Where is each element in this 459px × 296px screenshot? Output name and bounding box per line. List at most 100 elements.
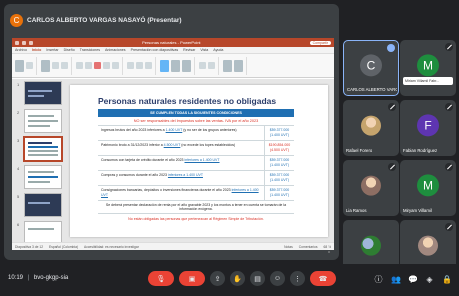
mic-muted-icon [445, 103, 453, 111]
condition-text-end: (no excede los topes establecidos) [180, 143, 236, 147]
mic-muted-icon [445, 223, 453, 231]
more-options-icon[interactable]: ⋮ [325, 245, 333, 254]
amount-cell: $59.377.000 (1.400 UVT) [264, 171, 294, 185]
participant-tile[interactable]: M Miryam Villamil [400, 160, 456, 216]
slide-thumbnail-selected: 3 [17, 136, 63, 162]
hand-icon[interactable]: ✋ [230, 271, 245, 286]
condition-highlight: 1.400 UVT [165, 128, 183, 132]
conditions-table: SE CUMPLEN TODAS LA SIGUIENTES CONDICION… [98, 109, 294, 224]
condition-text: Patrimonio bruto a 31/12/2023 inferior a [101, 143, 164, 147]
find-icon [199, 62, 206, 69]
speaking-indicator-icon [387, 44, 395, 52]
mic-muted-icon [445, 43, 453, 51]
amount-cell: $59.377.000 (1.400 UVT) [264, 156, 294, 170]
ppt-menu-item: Ayuda [213, 48, 224, 52]
condition-text-end: (y no ser de los grupos anteriores) [182, 128, 237, 132]
participant-photo [361, 115, 381, 136]
arrange-icon [171, 59, 180, 72]
italic-icon [85, 62, 92, 69]
ppt-menu-item: Animaciones [105, 48, 126, 52]
ppt-menu-item: Transiciones [79, 48, 100, 52]
participant-name: Miryam Villamil [403, 208, 432, 213]
avatar: M [417, 174, 439, 197]
quick-styles-icon [182, 59, 191, 72]
condition-highlight: inferiores a 1.400 UVT [167, 173, 203, 177]
ppt-menubar: Archivo Inicio Insertar Diseño Transiciones A… [12, 47, 334, 54]
ppt-menu-item: Inicio [31, 48, 42, 52]
underline-icon [103, 62, 110, 69]
participant-photo [361, 175, 381, 196]
participant-tile[interactable]: M Miriam Villamil Fabr... [400, 40, 456, 96]
share-button: Compartir [309, 40, 331, 45]
paste-icon [15, 59, 24, 72]
avatar: M [417, 54, 439, 77]
ppt-window-title: Personas naturales - PowerPoint [142, 40, 201, 45]
strikethrough-icon [112, 62, 119, 69]
emoji-icon[interactable]: ☺ [270, 271, 285, 286]
activities-icon[interactable]: ◈ [425, 275, 434, 284]
table-header: SE CUMPLEN TODAS LA SIGUIENTES CONDICION… [98, 109, 294, 117]
presentation-tile[interactable]: C CARLOS ALBERTO VARGAS NASAYÓ (Presenta… [4, 4, 339, 260]
autosave-icon [15, 40, 19, 45]
ppt-menu-item: Revisar [183, 48, 196, 52]
call-controls-bar: 10:19 | bvo-gkgp-sia 🎙 ▣ ⇪ ✋ ▤ ☺ ⋮ ☎ ⓘ 👥… [0, 264, 459, 296]
people-icon[interactable]: 👥 [391, 275, 401, 284]
amount-cell: $59.377.000 (1.400 UVT) [264, 126, 294, 140]
cc-icon[interactable]: ▤ [250, 271, 265, 286]
condition-text: Consignaciones bancarias, depósitos o in… [101, 188, 232, 192]
condition-cell: Patrimonio bruto a 31/12/2023 inferior a… [98, 141, 264, 155]
ppt-status-item: Notas [284, 244, 293, 249]
dictate-icon [223, 59, 232, 72]
condition-highlight: 4.500 UVT [163, 143, 181, 147]
participant-subtitle: Miriam Villamil Fabr... [403, 77, 453, 85]
ppt-menu-item: Archivo [15, 48, 27, 52]
table-row: Consignaciones bancarias, depósitos o in… [98, 186, 294, 201]
table-footer-warning: No están obligadas las personas que pert… [128, 217, 264, 221]
separator: | [27, 275, 30, 281]
end-call-icon[interactable]: ☎ [310, 271, 336, 286]
shapes-icon [160, 59, 169, 72]
ppt-menu-item: Presentación con diapositivas [130, 48, 179, 52]
participant-tile[interactable]: F Fabian Rodríguez [400, 100, 456, 156]
condition-text: Ingresos brutos del año 2023 inferiores … [101, 128, 166, 132]
undo-icon [29, 40, 33, 45]
ppt-statusbar: Diapositiva 3 de 12 Español (Colombia) Acc… [12, 242, 334, 250]
condition-text: Consumos con tarjeta de crédito durante … [101, 158, 185, 162]
group-avatar [361, 235, 381, 256]
ppt-status-item: Español (Colombia) [49, 244, 78, 249]
ppt-menu-item: Insertar [46, 48, 59, 52]
lock-icon[interactable]: 🔒 [442, 275, 452, 284]
participant-tile[interactable]: C CARLOS ALBERTO VARG... [343, 40, 399, 96]
condition-cell: Consumos con tarjeta de crédito durante … [98, 156, 264, 170]
info-icon[interactable]: ⓘ [374, 274, 383, 285]
videocam-off-icon[interactable]: ▣ [179, 271, 205, 286]
participant-photo [418, 235, 438, 256]
table-row: Ingresos brutos del año 2023 inferiores … [98, 126, 294, 141]
table-row: Consumos con tarjeta de crédito durante … [98, 156, 294, 171]
ppt-menu-item: Vista [200, 48, 209, 52]
more-icon[interactable]: ⋮ [290, 271, 305, 286]
table-row: Patrimonio bruto a 31/12/2023 inferior a… [98, 141, 294, 156]
slide-thumbnails: 1 2 3 4 5 6 [14, 81, 64, 245]
powerpoint-window: Personas naturales - PowerPoint Comparti… [12, 38, 334, 250]
condition-cell: Ingresos brutos del año 2023 inferiores … [98, 126, 264, 140]
mic-off-icon[interactable]: 🎙 [148, 271, 174, 286]
save-icon [22, 40, 26, 45]
table-footer-note: Se deberá presentar declaración de renta… [98, 201, 294, 214]
slide-thumbnail: 2 [17, 109, 62, 133]
presenter-avatar: C [10, 13, 23, 27]
participant-tile[interactable]: Rafael Forero [343, 100, 399, 156]
meeting-info: 10:19 | bvo-gkgp-sia [8, 275, 68, 281]
participant-name: Fabian Rodríguez [403, 148, 438, 153]
replace-icon [208, 62, 215, 69]
present-icon[interactable]: ⇪ [210, 271, 225, 286]
mic-muted-icon [445, 163, 453, 171]
new-slide-icon [41, 59, 50, 72]
ppt-status-item: Accesibilidad: es necesario investigar [84, 244, 139, 249]
participant-tile[interactable]: Lia Ramos [343, 160, 399, 216]
chat-icon[interactable]: 💬 [408, 275, 418, 284]
condition-text: Compras y consumos durante el año 2023 [101, 173, 168, 177]
current-slide: Personas naturales residentes no obligad… [70, 85, 328, 237]
mic-muted-icon [388, 163, 396, 171]
condition-cell: Compras y consumos durante el año 2023 i… [98, 171, 264, 185]
